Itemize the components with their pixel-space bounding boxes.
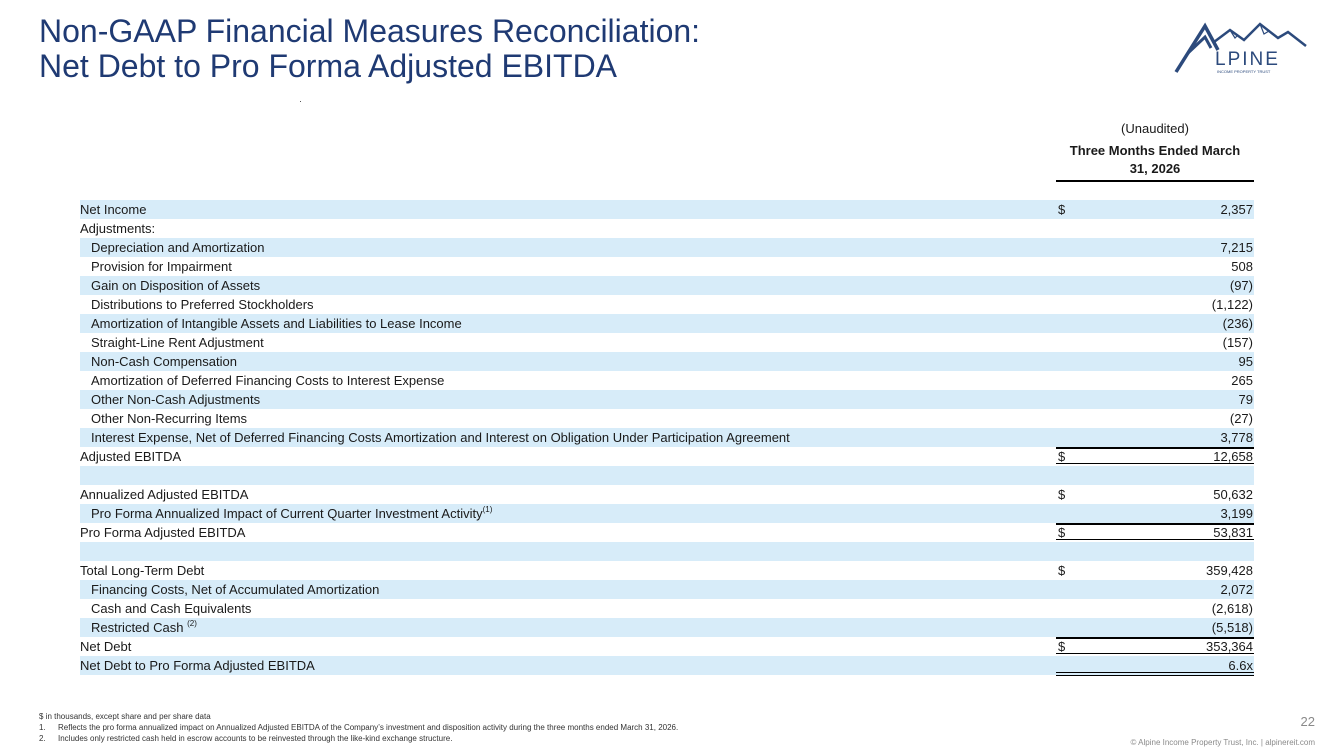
row-value: (5,518): [1211, 620, 1253, 635]
footnote-1: 1. Reflects the pro forma annualized impa…: [39, 723, 679, 732]
table-row: Provision for Impairment 508: [80, 257, 1254, 276]
row-currency: $: [1058, 202, 1066, 217]
footnote-ref: (2): [187, 619, 197, 628]
row-label: Net Debt to Pro Forma Adjusted EBITDA: [80, 658, 315, 673]
row-currency: $: [1058, 449, 1066, 464]
row-label: Annualized Adjusted EBITDA: [80, 487, 249, 502]
column-unaudited-label: (Unaudited): [1121, 121, 1189, 136]
row-label: Pro Forma Adjusted EBITDA: [80, 525, 246, 540]
footnote-2: 2. Includes only restricted cash held in …: [39, 734, 453, 743]
footnotes: $ in thousands, except share and per sha…: [39, 711, 678, 744]
page-title-line-1: Non-GAAP Financial Measures Reconciliati…: [39, 13, 701, 49]
column-period-header: Three Months Ended March 31, 2026: [1056, 142, 1254, 182]
page-title-line-2: Net Debt to Pro Forma Adjusted EBITDA: [39, 48, 618, 84]
row-label: Amortization of Deferred Financing Costs…: [91, 373, 445, 388]
table-row: Other Non-Cash Adjustments 79: [80, 390, 1254, 409]
row-label: Provision for Impairment: [91, 259, 232, 274]
table-row: Adjustments:: [80, 219, 1254, 238]
row-label: Adjusted EBITDA: [80, 449, 182, 464]
table-row: Distributions to Preferred Stockholders (…: [80, 295, 1254, 314]
row-value: 53,831: [1213, 525, 1253, 540]
logo-wordmark: LPINE: [1215, 49, 1280, 70]
footnote-ref: (1): [482, 505, 493, 514]
page-title: Non-GAAP Financial Measures Reconciliati…: [39, 14, 700, 84]
table-row: Net Income $2,357: [80, 200, 1254, 219]
table-row: Amortization of Intangible Assets and Li…: [80, 314, 1254, 333]
row-label: Pro Forma Annualized Impact of Current Q…: [91, 505, 493, 522]
table-row-ratio: Net Debt to Pro Forma Adjusted EBITDA 6.6…: [80, 656, 1254, 676]
row-value: 3,199: [1220, 506, 1253, 521]
row-value: 6.6x: [1228, 658, 1253, 673]
row-value: 95: [1238, 354, 1253, 369]
row-currency: $: [1058, 563, 1066, 578]
table-row: Straight-Line Rent Adjustment (157): [80, 333, 1254, 352]
row-label: Net Income: [80, 202, 147, 217]
table-row: Amortization of Deferred Financing Costs…: [80, 371, 1254, 390]
row-label: Non-Cash Compensation: [91, 354, 237, 369]
row-value: (97): [1229, 278, 1253, 293]
row-value: 2,072: [1220, 582, 1253, 597]
row-label: Restricted Cash (2): [91, 619, 197, 636]
table-row-total: Pro Forma Adjusted EBITDA $53,831: [80, 523, 1254, 543]
table-row: Total Long-Term Debt $359,428: [80, 561, 1254, 580]
table-row: Annualized Adjusted EBITDA $50,632: [80, 485, 1254, 504]
row-label: Other Non-Cash Adjustments: [91, 392, 261, 407]
row-label: Distributions to Preferred Stockholders: [91, 297, 314, 312]
table-row: Interest Expense, Net of Deferred Financ…: [80, 428, 1254, 447]
row-value: 265: [1231, 373, 1253, 388]
row-label: Interest Expense, Net of Deferred Financ…: [91, 430, 790, 445]
copyright-footer: © Alpine Income Property Trust, Inc. | a…: [1130, 738, 1316, 747]
row-label: Gain on Disposition of Assets: [91, 278, 261, 293]
row-value: 7,215: [1220, 240, 1253, 255]
alpine-logo: LPINE INCOME PROPERTY TRUST: [1174, 22, 1307, 74]
row-label: Net Debt: [80, 639, 132, 654]
table-row: Gain on Disposition of Assets (97): [80, 276, 1254, 295]
row-label: Straight-Line Rent Adjustment: [91, 335, 264, 350]
row-currency: $: [1058, 487, 1066, 502]
table-row-spacer: [80, 542, 1254, 561]
table-row: Other Non-Recurring Items (27): [80, 409, 1254, 428]
table-row-total: Adjusted EBITDA $12,658: [80, 447, 1254, 467]
row-label: Depreciation and Amortization: [91, 240, 265, 255]
row-value: 359,428: [1206, 563, 1253, 578]
row-value: 79: [1238, 392, 1253, 407]
column-period-line-1: Three Months Ended March: [1069, 143, 1241, 158]
row-label: Total Long-Term Debt: [80, 563, 205, 578]
row-label: Financing Costs, Net of Accumulated Amor…: [91, 582, 380, 597]
row-value: (236): [1222, 316, 1253, 331]
row-label: Adjustments:: [80, 221, 156, 236]
row-value: (1,122): [1211, 297, 1253, 312]
row-label: Amortization of Intangible Assets and Li…: [91, 316, 462, 331]
row-value: 353,364: [1206, 639, 1253, 654]
table-row: Financing Costs, Net of Accumulated Amor…: [80, 580, 1254, 599]
stray-mark: [300, 101, 301, 102]
page-number: 22: [1300, 714, 1315, 729]
row-value: (2,618): [1211, 601, 1253, 616]
table-row: Pro Forma Annualized Impact of Current Q…: [80, 504, 1254, 523]
footnote-intro: $ in thousands, except share and per sha…: [39, 712, 211, 721]
row-currency: $: [1058, 525, 1066, 540]
row-value: (27): [1229, 411, 1253, 426]
logo-subtext: INCOME PROPERTY TRUST: [1217, 69, 1271, 74]
table-row-total: Net Debt $353,364: [80, 637, 1254, 657]
row-value: 2,357: [1220, 202, 1253, 217]
reconciliation-table: Net Income $2,357 Adjustments: Depreciati…: [80, 200, 1254, 676]
table-row-spacer: [80, 466, 1254, 485]
row-value: (157): [1222, 335, 1253, 350]
table-row: Restricted Cash (2) (5,518): [80, 618, 1254, 637]
row-value: 50,632: [1213, 487, 1253, 502]
row-label: Other Non-Recurring Items: [91, 411, 248, 426]
table-row: Non-Cash Compensation 95: [80, 352, 1254, 371]
table-row: Cash and Cash Equivalents (2,618): [80, 599, 1254, 618]
row-value: 12,658: [1213, 449, 1253, 464]
table-row: Depreciation and Amortization 7,215: [80, 238, 1254, 257]
row-label: Cash and Cash Equivalents: [91, 601, 252, 616]
double-underline: [1056, 672, 1254, 676]
row-value: 3,778: [1220, 430, 1253, 445]
row-currency: $: [1058, 639, 1066, 654]
row-value: 508: [1231, 259, 1253, 274]
column-period-line-2: 31, 2026: [1129, 161, 1181, 176]
